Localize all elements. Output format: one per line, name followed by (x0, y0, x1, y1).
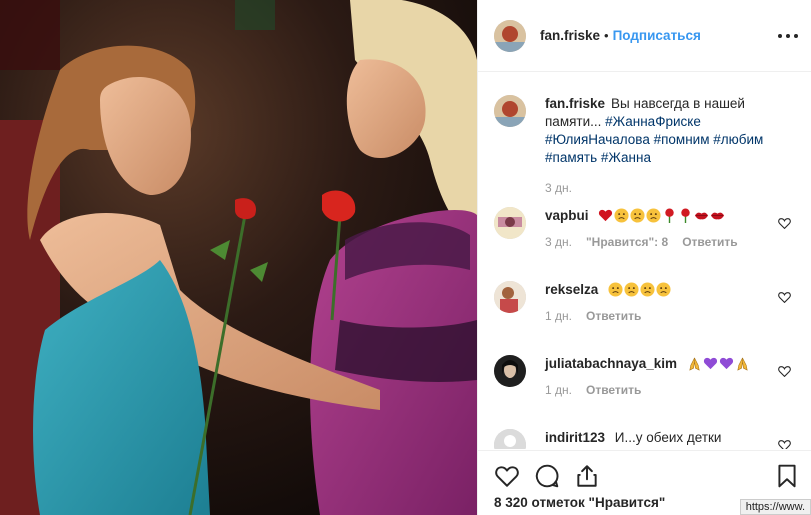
like-icon[interactable] (494, 463, 520, 489)
status-url-tooltip: https://www. (739, 499, 811, 515)
hashtag[interactable]: #ЖаннаФриске (605, 114, 701, 129)
comment-time[interactable]: 1 дн. (545, 383, 572, 397)
comment-body: juliatabachnaya_kim 1 дн. Ответить (545, 355, 785, 397)
rose-icon (678, 208, 693, 223)
purple-heart-icon (703, 356, 718, 371)
comment-text: И...у обеих детки (614, 430, 722, 445)
hashtag[interactable]: #ЮлияНачалова (545, 132, 650, 147)
lips-icon (694, 208, 709, 223)
pray-icon (687, 356, 702, 371)
post-header: fan.friske • Подписаться (478, 0, 811, 72)
sad-face-icon (646, 208, 661, 223)
follow-button[interactable]: Подписаться (613, 28, 701, 43)
caption-username[interactable]: fan.friske (545, 96, 605, 111)
reply-button[interactable]: Ответить (682, 235, 737, 249)
commenter-username[interactable]: juliatabachnaya_kim (545, 356, 677, 371)
hashtag[interactable]: #помним (654, 132, 710, 147)
action-bar (478, 450, 811, 500)
separator-dot: • (604, 28, 609, 43)
commenter-avatar[interactable] (494, 281, 526, 313)
comment-icon[interactable] (534, 463, 560, 489)
sad-face-icon (608, 282, 623, 297)
lips-icon (710, 208, 725, 223)
caption-avatar[interactable] (494, 95, 526, 127)
comment-time[interactable]: 3 дн. (545, 235, 572, 249)
comment-body: vapbui 3 дн. "Нравится": 8 Ответить (545, 207, 785, 249)
sad-face-icon (640, 282, 655, 297)
comment-like-heart-icon[interactable] (778, 291, 791, 303)
comment-like-heart-icon[interactable] (778, 439, 791, 449)
rose-icon (662, 208, 677, 223)
share-icon[interactable] (574, 463, 600, 489)
comment-body: rekselza 1 дн. Ответить (545, 281, 785, 323)
author-avatar[interactable] (494, 19, 526, 52)
caption-time[interactable]: 3 дн. (545, 181, 572, 195)
commenter-avatar[interactable] (494, 207, 526, 239)
reply-button[interactable]: Ответить (586, 309, 641, 323)
sad-face-icon (630, 208, 645, 223)
comment-time[interactable]: 1 дн. (545, 309, 572, 323)
bookmark-icon[interactable] (774, 463, 800, 489)
comment-like-heart-icon[interactable] (778, 365, 791, 377)
hashtag[interactable]: #Жанна (601, 150, 651, 165)
commenter-username[interactable]: rekselza (545, 282, 598, 297)
commenter-avatar[interactable] (494, 429, 526, 449)
more-icon[interactable] (778, 28, 798, 44)
caption-body: fan.friske Вы навсегда в нашей памяти... … (545, 95, 785, 195)
hashtag[interactable]: #память (545, 150, 597, 165)
author-username[interactable]: fan.friske (540, 28, 600, 43)
comment-likes[interactable]: "Нравится": 8 (586, 235, 668, 249)
purple-heart-icon (719, 356, 734, 371)
comment-like-heart-icon[interactable] (778, 217, 791, 229)
sad-face-icon (656, 282, 671, 297)
sad-face-icon (614, 208, 629, 223)
pray-icon (735, 356, 750, 371)
comment-body: indirit123 И...у обеих детки (545, 429, 785, 447)
commenter-username[interactable]: vapbui (545, 208, 589, 223)
likes-count[interactable]: 8 320 отметок "Нравится" (494, 495, 665, 510)
commenter-avatar[interactable] (494, 355, 526, 387)
sad-face-icon (624, 282, 639, 297)
post-sidebar: fan.friske • Подписаться fan.friske Вы на… (477, 0, 811, 515)
red-heart-icon (598, 208, 613, 223)
post-photo[interactable] (0, 0, 477, 515)
comments-list[interactable]: fan.friske Вы навсегда в нашей памяти... … (478, 73, 811, 449)
reply-button[interactable]: Ответить (586, 383, 641, 397)
hashtag[interactable]: #любим (713, 132, 763, 147)
commenter-username[interactable]: indirit123 (545, 430, 605, 445)
